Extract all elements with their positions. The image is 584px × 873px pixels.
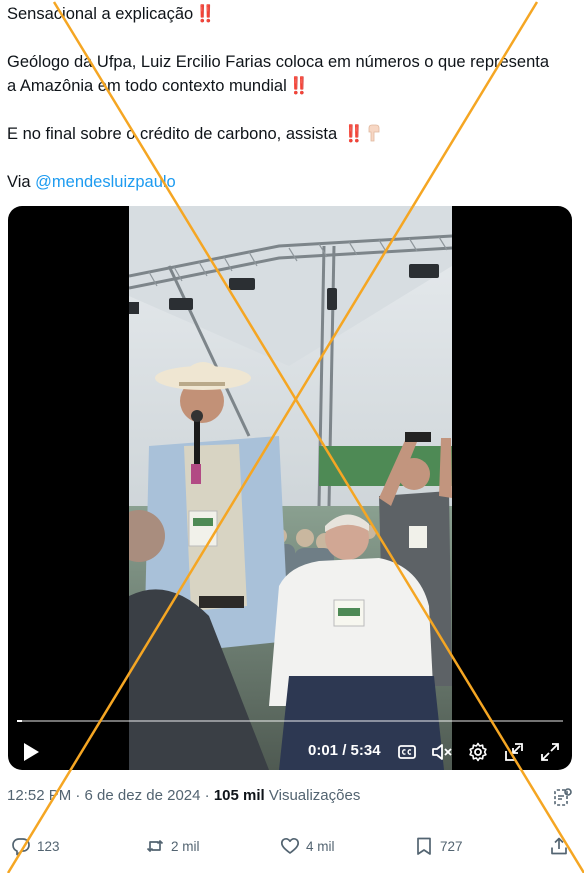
double-exclamation-emoji: ‼️ xyxy=(195,5,215,23)
expand-icon xyxy=(541,743,559,761)
video-progress-fill xyxy=(17,720,23,722)
share-icon xyxy=(551,837,567,855)
double-exclamation-emoji: ‼️ xyxy=(343,125,364,143)
play-icon xyxy=(24,743,39,761)
share-button[interactable] xyxy=(549,836,575,856)
mention-link[interactable]: @mendesluizpaulo xyxy=(35,173,176,191)
repost-icon xyxy=(146,840,164,852)
tweet-line-1: Sensacional a explicação ‼️ xyxy=(7,5,216,23)
bookmark-button[interactable]: 727 xyxy=(414,836,463,856)
settings-button[interactable] xyxy=(467,741,489,763)
muted-speaker-icon xyxy=(432,744,452,760)
tweet-actions: 123 2 mil 4 mil 727 xyxy=(0,836,584,860)
meta-separator: · xyxy=(204,787,210,804)
closed-captions-icon xyxy=(398,745,416,759)
timestamp-link[interactable]: 12:52 PM · 6 de dez de 2024 xyxy=(7,787,200,804)
video-time: 0:01 / 5:34 xyxy=(308,742,381,759)
captions-button[interactable] xyxy=(396,741,418,763)
views-count: 105 mil xyxy=(213,787,265,804)
bookmark-count: 727 xyxy=(440,838,463,854)
heart-icon xyxy=(280,837,300,854)
tweet-line-3: a Amazônia em todo contexto mundial ‼️ xyxy=(7,77,309,95)
like-button[interactable]: 4 mil xyxy=(280,836,335,856)
reply-icon xyxy=(12,838,30,856)
picture-in-picture-icon xyxy=(505,743,523,761)
reply-count: 123 xyxy=(37,838,60,854)
pointing-down-emoji-icon xyxy=(368,124,380,142)
like-count: 4 mil xyxy=(306,838,335,854)
tweet-meta: 12:52 PM · 6 de dez de 2024 · 105 mil Vi… xyxy=(7,787,360,804)
tweet-line-2: Geólogo da Ufpa, Luiz Ercilio Farias col… xyxy=(7,53,550,71)
video-controls: 0:01 / 5:34 xyxy=(8,710,572,770)
play-button[interactable] xyxy=(20,741,42,763)
repost-button[interactable]: 2 mil xyxy=(145,836,200,856)
repost-count: 2 mil xyxy=(171,838,200,854)
picture-in-picture-button[interactable] xyxy=(503,741,525,763)
mute-button[interactable] xyxy=(430,741,454,763)
views-label: Visualizações xyxy=(268,787,361,804)
video-progress-bar[interactable] xyxy=(17,720,563,722)
reply-button[interactable]: 123 xyxy=(11,836,60,856)
double-exclamation-emoji: ‼️ xyxy=(288,77,309,95)
grok-analyze-icon[interactable] xyxy=(553,787,573,807)
tweet-line-5: Via @mendesluizpaulo xyxy=(7,173,176,191)
bookmark-icon xyxy=(417,837,431,855)
video-player[interactable]: 0:01 / 5:34 xyxy=(8,206,572,770)
fullscreen-button[interactable] xyxy=(539,741,561,763)
gear-icon xyxy=(469,742,487,762)
video-frame xyxy=(129,206,452,770)
tweet-line-4: E no final sobre o crédito de carbono, a… xyxy=(7,122,380,146)
